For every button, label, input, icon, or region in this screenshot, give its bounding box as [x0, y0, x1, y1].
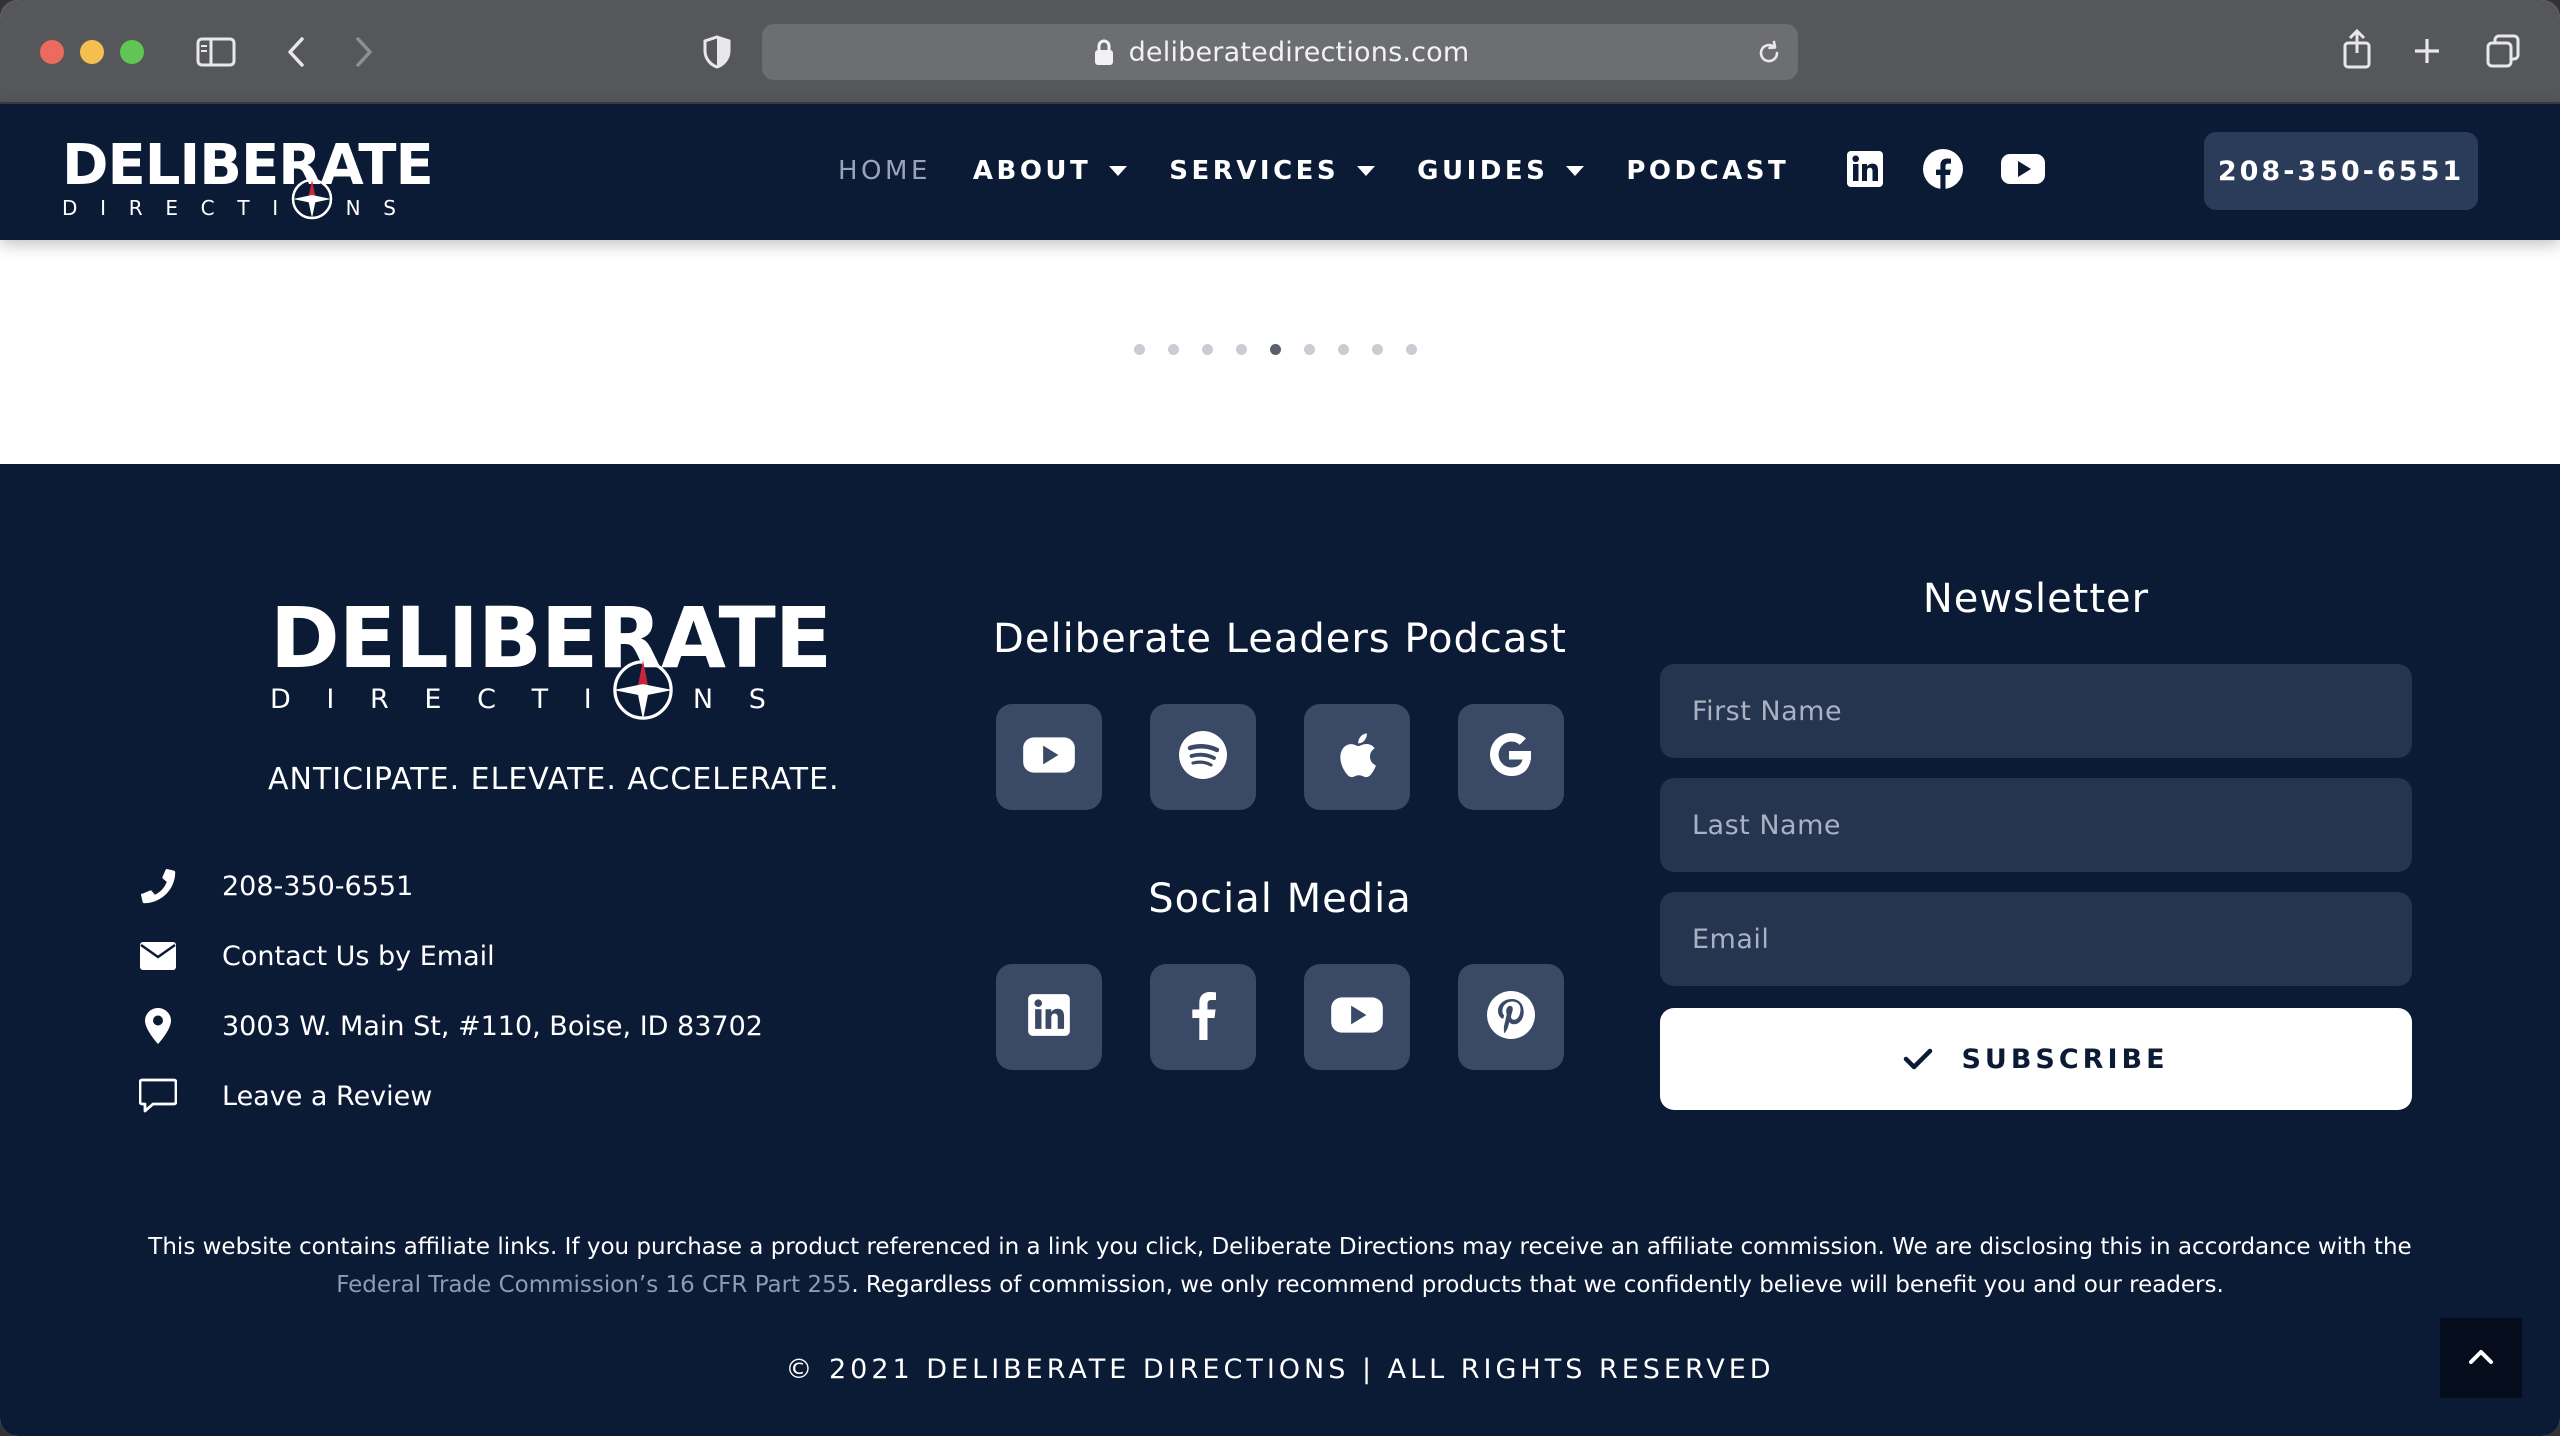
reload-icon[interactable] — [1754, 38, 1784, 68]
newsletter-heading: Newsletter — [1922, 576, 2150, 622]
linkedin-icon[interactable] — [1846, 150, 1884, 193]
last-name-placeholder: Last Name — [1692, 809, 1841, 841]
podcast-heading: Deliberate Leaders Podcast — [993, 616, 1567, 662]
site-logo[interactable]: DELIBERATE DIRECTI NS — [62, 133, 434, 220]
map-pin-icon — [138, 1006, 178, 1046]
browser-toolbar: deliberatedirections.com — [0, 0, 2560, 104]
carousel-dot[interactable] — [1168, 344, 1179, 355]
check-icon — [1903, 1047, 1933, 1071]
carousel-dot[interactable] — [1202, 344, 1213, 355]
tab-overview-icon[interactable] — [2484, 32, 2522, 70]
contact-email[interactable]: Contact Us by Email — [138, 936, 495, 976]
subscribe-button[interactable]: SUBSCRIBE — [1660, 1008, 2412, 1110]
carousel-dot[interactable] — [1372, 344, 1383, 355]
podcast-spotify-link[interactable] — [1150, 704, 1256, 810]
url-text: deliberatedirections.com — [1128, 36, 1470, 68]
envelope-icon — [138, 936, 178, 976]
new-tab-icon[interactable] — [2410, 34, 2444, 68]
contact-review[interactable]: Leave a Review — [138, 1076, 432, 1116]
social-facebook-link[interactable] — [1150, 964, 1256, 1070]
social-youtube-link[interactable] — [1304, 964, 1410, 1070]
testimonial-carousel — [0, 240, 2560, 464]
carousel-dot-active[interactable] — [1270, 344, 1281, 355]
email-input[interactable]: Email — [1660, 892, 2412, 986]
chevron-down-icon — [1357, 166, 1376, 176]
forward-icon[interactable] — [350, 34, 378, 70]
site-footer: DELIBERATE DIRECTI NS ANTICIPATE. ELEVAT… — [0, 464, 2560, 1436]
google-icon — [1487, 731, 1535, 784]
pinterest-icon — [1486, 990, 1536, 1045]
contact-address[interactable]: 3003 W. Main St, #110, Boise, ID 83702 — [138, 1006, 763, 1046]
subscribe-label: SUBSCRIBE — [1961, 1043, 2169, 1075]
carousel-dot[interactable] — [1406, 344, 1417, 355]
sidebar-toggle-icon[interactable] — [194, 34, 238, 70]
social-pinterest-link[interactable] — [1458, 964, 1564, 1070]
address-bar[interactable]: deliberatedirections.com — [762, 24, 1798, 80]
share-icon[interactable] — [2340, 28, 2374, 70]
logo-subtitle: DIRECTI NS — [62, 178, 396, 220]
header-phone-button[interactable]: 208-350-6551 — [2204, 132, 2478, 210]
nav-guides[interactable]: GUIDES — [1417, 156, 1585, 186]
ftc-link[interactable]: Federal Trade Commission’s 16 CFR Part 2… — [336, 1272, 851, 1298]
spotify-icon — [1178, 730, 1228, 785]
compass-icon — [613, 660, 674, 720]
footer-logo-wordmark: DELIBERATE — [270, 589, 832, 687]
footer-logo-subtitle: DIRECTI NS — [270, 660, 766, 720]
affiliate-disclaimer: This website contains affiliate links. I… — [148, 1234, 2412, 1298]
close-window-button[interactable] — [40, 40, 64, 64]
carousel-dot[interactable] — [1304, 344, 1315, 355]
logo-wordmark: DELIBERATE — [62, 133, 434, 198]
header-social-links — [1846, 148, 2046, 195]
nav-services[interactable]: SERVICES — [1169, 156, 1376, 186]
lock-icon — [1094, 39, 1113, 65]
phone-icon — [138, 866, 178, 906]
social-linkedin-link[interactable] — [996, 964, 1102, 1070]
nav-podcast[interactable]: PODCAST — [1626, 156, 1789, 186]
back-to-top-button[interactable] — [2440, 1318, 2522, 1398]
facebook-icon — [1188, 990, 1218, 1045]
minimize-window-button[interactable] — [80, 40, 104, 64]
podcast-apple-link[interactable] — [1304, 704, 1410, 810]
carousel-dot[interactable] — [1338, 344, 1349, 355]
nav-about[interactable]: ABOUT — [973, 156, 1128, 186]
footer-tagline: ANTICIPATE. ELEVATE. ACCELERATE. — [268, 762, 840, 797]
apple-icon — [1337, 731, 1377, 784]
site-header: DELIBERATE DIRECTI NS HOME ABOUT SERVICE… — [0, 104, 2560, 240]
copyright-text: © 2021 DELIBERATE DIRECTIONS | ALL RIGHT… — [785, 1354, 1775, 1385]
privacy-shield-icon[interactable] — [700, 34, 734, 70]
first-name-input[interactable]: First Name — [1660, 664, 2412, 758]
carousel-dot[interactable] — [1134, 344, 1145, 355]
main-nav: HOME ABOUT SERVICES GUIDES PODCAST — [838, 156, 1831, 186]
chevron-down-icon — [1566, 166, 1585, 176]
youtube-icon — [1330, 995, 1384, 1040]
browser-window: deliberatedirections.com DELIBERATE DIRE… — [0, 0, 2560, 1436]
first-name-placeholder: First Name — [1692, 695, 1843, 727]
podcast-youtube-link[interactable] — [996, 704, 1102, 810]
back-icon[interactable] — [282, 34, 310, 70]
social-media-heading: Social Media — [1148, 876, 1412, 922]
youtube-icon[interactable] — [2000, 152, 2046, 191]
youtube-icon — [1022, 735, 1076, 780]
contact-phone[interactable]: 208-350-6551 — [138, 866, 413, 906]
footer-logo[interactable]: DELIBERATE DIRECTI NS — [270, 589, 832, 720]
last-name-input[interactable]: Last Name — [1660, 778, 2412, 872]
linkedin-icon — [1027, 993, 1071, 1042]
email-placeholder: Email — [1692, 923, 1770, 955]
facebook-icon[interactable] — [1922, 148, 1964, 195]
nav-home[interactable]: HOME — [838, 156, 931, 186]
chevron-down-icon — [1109, 166, 1128, 176]
comment-icon — [138, 1076, 178, 1116]
zoom-window-button[interactable] — [120, 40, 144, 64]
compass-icon — [291, 178, 333, 220]
carousel-dots — [1134, 344, 1440, 355]
podcast-google-link[interactable] — [1458, 704, 1564, 810]
chevron-up-icon — [2468, 1347, 2494, 1370]
carousel-dot[interactable] — [1236, 344, 1247, 355]
